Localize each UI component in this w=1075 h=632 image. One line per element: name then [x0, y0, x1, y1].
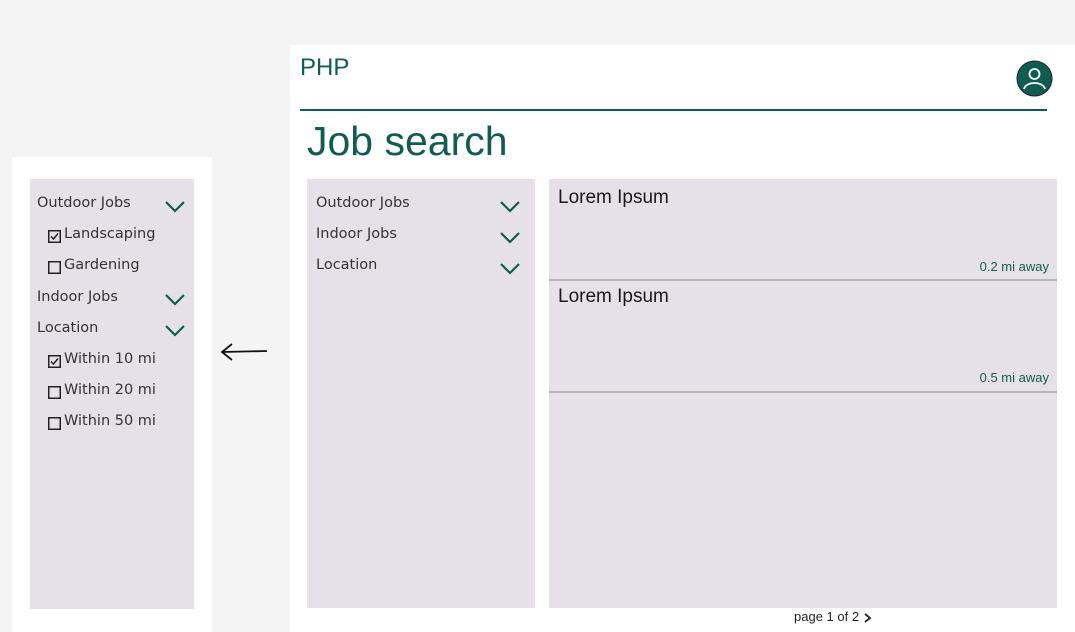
user-avatar-icon[interactable] — [1016, 60, 1053, 97]
filter-section-indoor-jobs[interactable]: Indoor Jobs — [316, 226, 397, 242]
filter-section-outdoor-jobs[interactable]: Outdoor Jobs — [316, 195, 410, 211]
option-landscaping[interactable]: Landscaping — [64, 226, 155, 242]
result-distance: 0.5 mi away — [979, 370, 1049, 385]
checkbox-icon[interactable] — [48, 417, 61, 430]
chevron-right-icon[interactable] — [863, 612, 873, 624]
result-title[interactable]: Lorem Ipsum — [558, 187, 669, 209]
checkbox-icon[interactable] — [48, 386, 61, 399]
chevron-down-icon[interactable] — [164, 293, 186, 307]
page-title: Job search — [307, 118, 508, 164]
result-separator — [549, 279, 1057, 281]
result-distance: 0.2 mi away — [979, 259, 1049, 274]
brand-logo[interactable]: PHP — [300, 54, 349, 82]
filter-panel: Outdoor Jobs Indoor Jobs Location — [307, 179, 535, 608]
option-within-10-mi[interactable]: Within 10 mi — [64, 351, 156, 367]
result-separator — [549, 391, 1057, 393]
chevron-down-icon[interactable] — [164, 324, 186, 338]
option-within-50-mi[interactable]: Within 50 mi — [64, 413, 156, 429]
checkbox-checked-icon[interactable] — [48, 230, 61, 243]
chevron-down-icon[interactable] — [164, 200, 186, 214]
option-within-20-mi[interactable]: Within 20 mi — [64, 382, 156, 398]
filter-section-location[interactable]: Location — [316, 257, 377, 273]
chevron-down-icon[interactable] — [499, 200, 521, 214]
checkbox-icon[interactable] — [48, 261, 61, 274]
pagination-label: page 1 of 2 — [794, 609, 860, 624]
arrow-left-icon — [220, 343, 268, 361]
results-list: Lorem Ipsum 0.2 mi away Lorem Ipsum 0.5 … — [549, 179, 1057, 608]
filter-section-indoor-jobs[interactable]: Indoor Jobs — [37, 289, 118, 305]
option-gardening[interactable]: Gardening — [64, 257, 140, 273]
chevron-down-icon[interactable] — [499, 262, 521, 276]
chevron-down-icon[interactable] — [499, 231, 521, 245]
expanded-filter-panel: Outdoor Jobs Landscaping Gardening Indoo… — [30, 179, 194, 609]
header-divider — [300, 109, 1047, 111]
checkbox-checked-icon[interactable] — [48, 355, 61, 368]
filter-section-location[interactable]: Location — [37, 320, 98, 336]
result-title[interactable]: Lorem Ipsum — [558, 286, 669, 308]
filter-section-outdoor-jobs[interactable]: Outdoor Jobs — [37, 195, 131, 211]
